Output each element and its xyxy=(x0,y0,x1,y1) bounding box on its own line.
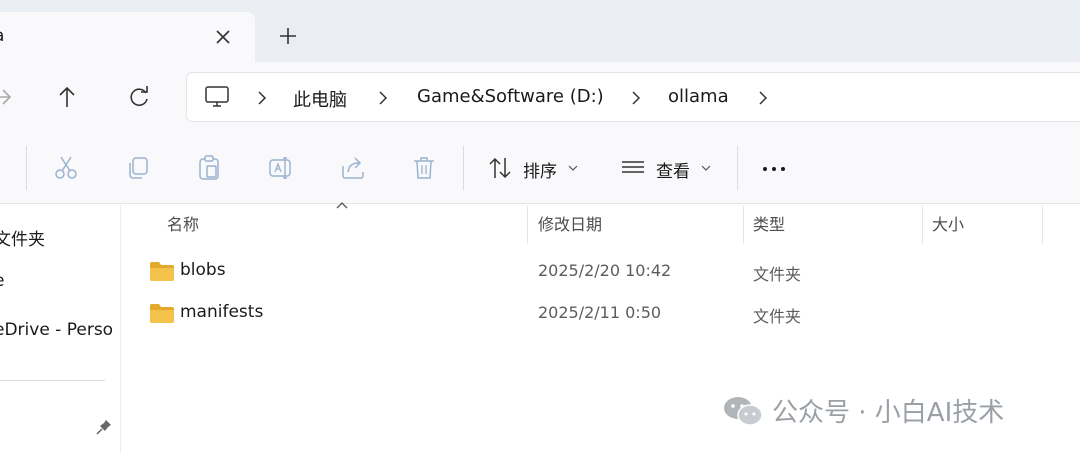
sort-icon[interactable] xyxy=(486,154,514,182)
file-modified: 2025/2/11 0:50 xyxy=(538,303,662,322)
nav-item-folder[interactable]: 文件夹 xyxy=(0,225,45,250)
sort-label[interactable]: 排序 xyxy=(523,157,557,182)
chevron-down-icon[interactable] xyxy=(568,164,578,172)
plus-icon[interactable] xyxy=(274,22,302,50)
sort-ascending-icon xyxy=(336,202,348,209)
up-arrow-icon[interactable] xyxy=(52,82,82,112)
file-row[interactable]: blobs 2025/2/20 10:42 文件夹 xyxy=(122,252,1080,292)
navigation-pane: 文件夹 e eDrive - Perso i xyxy=(0,204,121,453)
file-modified: 2025/2/20 10:42 xyxy=(538,261,672,280)
chevron-right-icon[interactable] xyxy=(376,89,390,107)
command-bar: 排序 查看 xyxy=(0,132,1080,204)
watermark-text: 公众号 · 小白AI技术 xyxy=(772,398,1005,428)
file-row[interactable]: manifests 2025/2/11 0:50 文件夹 xyxy=(122,294,1080,334)
toolbar-divider xyxy=(463,146,464,190)
file-type: 文件夹 xyxy=(753,265,802,284)
rename-icon[interactable] xyxy=(267,154,295,182)
column-divider[interactable] xyxy=(922,206,923,244)
tab-title: a xyxy=(0,26,4,46)
view-list-icon[interactable] xyxy=(620,154,648,182)
column-header-size[interactable]: 大小 xyxy=(932,211,964,235)
column-header-name[interactable]: 名称 xyxy=(167,211,199,235)
delete-icon[interactable] xyxy=(410,154,438,182)
breadcrumb-this-pc[interactable]: 此电脑 xyxy=(293,86,347,112)
toolbar-divider xyxy=(737,146,738,190)
forward-arrow-icon[interactable] xyxy=(0,82,16,112)
nav-item-onedrive[interactable]: eDrive - Perso xyxy=(0,320,113,340)
column-divider[interactable] xyxy=(743,206,744,244)
active-tab[interactable]: a xyxy=(0,12,255,62)
column-header-modified[interactable]: 修改日期 xyxy=(538,211,602,235)
file-name: manifests xyxy=(180,302,264,322)
folder-icon xyxy=(150,304,174,323)
navigation-bar: 此电脑 Game&Software (D:) ollama xyxy=(0,62,1080,132)
cut-icon[interactable] xyxy=(52,154,80,182)
file-name: blobs xyxy=(180,260,226,280)
pin-icon[interactable] xyxy=(95,418,113,436)
view-label[interactable]: 查看 xyxy=(656,157,690,182)
more-options-icon[interactable] xyxy=(760,154,788,182)
watermark: 公众号 · 小白AI技术 xyxy=(722,390,1062,430)
chevron-right-icon[interactable] xyxy=(756,89,770,107)
paste-icon[interactable] xyxy=(195,154,223,182)
nav-item[interactable]: e xyxy=(0,271,4,291)
nav-divider xyxy=(0,380,105,381)
column-header-type[interactable]: 类型 xyxy=(753,211,785,235)
chevron-right-icon[interactable] xyxy=(629,89,643,107)
address-bar[interactable]: 此电脑 Game&Software (D:) ollama xyxy=(186,72,1080,122)
folder-icon xyxy=(150,262,174,281)
toolbar-divider xyxy=(26,146,27,190)
wechat-icon xyxy=(724,397,763,426)
chevron-down-icon[interactable] xyxy=(701,164,711,172)
column-divider[interactable] xyxy=(527,206,528,244)
breadcrumb-ollama[interactable]: ollama xyxy=(668,86,729,107)
copy-icon[interactable] xyxy=(124,154,152,182)
close-icon[interactable] xyxy=(210,24,236,50)
file-type: 文件夹 xyxy=(753,307,802,326)
share-icon[interactable] xyxy=(339,154,367,182)
computer-icon[interactable] xyxy=(203,84,231,110)
breadcrumb-drive[interactable]: Game&Software (D:) xyxy=(417,86,604,107)
column-divider[interactable] xyxy=(1042,206,1043,244)
chevron-right-icon[interactable] xyxy=(255,89,269,107)
tab-strip: a xyxy=(0,0,1080,62)
refresh-icon[interactable] xyxy=(124,82,154,112)
